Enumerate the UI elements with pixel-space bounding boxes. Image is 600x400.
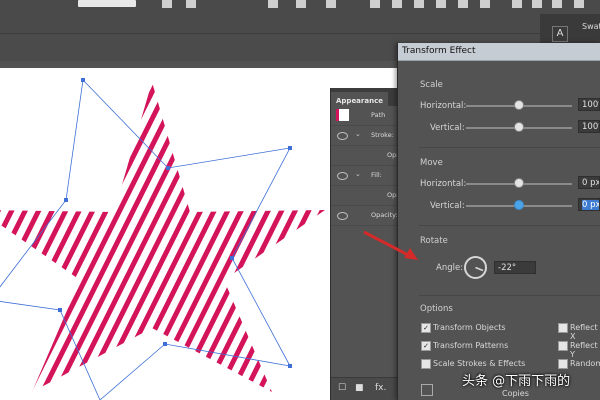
row-label: Opacity: bbox=[371, 211, 398, 219]
appearance-row-opacity[interactable]: Opacity: bbox=[331, 206, 399, 226]
random-label: Random bbox=[570, 359, 600, 368]
watermark: 头条 @下雨下雨的 bbox=[462, 374, 571, 389]
align-icon[interactable] bbox=[552, 0, 562, 8]
slider-knob[interactable] bbox=[514, 122, 524, 132]
add-fill-icon[interactable]: ■ bbox=[355, 383, 364, 393]
angle-input[interactable]: -22° bbox=[494, 261, 536, 274]
rotate-section-title: Rotate bbox=[420, 236, 448, 246]
control-field[interactable] bbox=[78, 0, 136, 7]
align-icon[interactable] bbox=[436, 0, 446, 8]
angle-dial[interactable] bbox=[464, 256, 487, 279]
reflect-x-checkbox[interactable] bbox=[558, 323, 568, 333]
visibility-eye-icon[interactable] bbox=[337, 172, 348, 180]
align-icon[interactable] bbox=[162, 0, 172, 8]
reflect-y-checkbox[interactable] bbox=[558, 341, 568, 351]
reflect-y-label: Reflect Y bbox=[570, 341, 598, 359]
scale-horizontal-input[interactable]: 100% bbox=[578, 98, 600, 111]
anchor-point bbox=[288, 364, 292, 368]
scale-section-title: Scale bbox=[420, 80, 443, 90]
appearance-row-path[interactable]: Path bbox=[331, 106, 399, 126]
align-icon[interactable] bbox=[458, 0, 468, 8]
align-icon[interactable] bbox=[296, 0, 306, 8]
chevron-down-icon[interactable]: ⌄ bbox=[355, 130, 361, 138]
section-divider bbox=[419, 225, 600, 226]
align-icon[interactable] bbox=[370, 0, 380, 8]
transform-patterns-checkbox[interactable]: ✓ bbox=[421, 341, 431, 351]
scale-strokes-checkbox[interactable] bbox=[421, 359, 431, 369]
scale-strokes-label: Scale Strokes & Effects bbox=[433, 359, 526, 368]
character-icon[interactable]: A bbox=[552, 26, 568, 42]
move-section-title: Move bbox=[420, 158, 443, 168]
transform-objects-label: Transform Objects bbox=[433, 323, 506, 332]
move-horizontal-label: Horizontal: bbox=[420, 179, 467, 189]
align-icon[interactable] bbox=[392, 0, 402, 8]
scale-vertical-input[interactable]: 100% bbox=[578, 120, 600, 133]
anchor-point bbox=[58, 308, 62, 312]
appearance-row-fill[interactable]: ⌄ Fill: bbox=[331, 166, 399, 186]
path-thumbnail bbox=[336, 109, 349, 121]
reflect-x-label: Reflect X bbox=[570, 323, 598, 341]
anchor-point bbox=[64, 198, 68, 202]
selected-value: 0 px bbox=[582, 200, 600, 210]
control-bar bbox=[0, 0, 600, 33]
reference-point-icon[interactable] bbox=[421, 384, 433, 396]
anchor-point bbox=[163, 342, 167, 346]
options-section-title: Options bbox=[420, 304, 453, 314]
slider-knob[interactable] bbox=[514, 178, 524, 188]
row-label: Fill: bbox=[371, 171, 382, 179]
pattern-stripe bbox=[0, 82, 90, 392]
align-icon[interactable] bbox=[532, 0, 542, 8]
row-label: Path bbox=[371, 111, 386, 119]
section-divider bbox=[419, 295, 600, 296]
anchor-point bbox=[81, 78, 85, 82]
random-checkbox[interactable] bbox=[558, 359, 568, 369]
transform-objects-checkbox[interactable]: ✓ bbox=[421, 323, 431, 333]
fx-button[interactable]: fx. bbox=[375, 383, 386, 393]
move-horizontal-input[interactable]: 0 px bbox=[578, 176, 600, 189]
scale-vertical-label: Vertical: bbox=[430, 123, 465, 133]
scale-horizontal-label: Horizontal: bbox=[420, 101, 467, 111]
slider-knob[interactable] bbox=[514, 100, 524, 110]
add-stroke-icon[interactable]: ☐ bbox=[338, 383, 346, 393]
appearance-row-stroke-opacity[interactable]: Opac bbox=[331, 146, 404, 166]
annotation-arrow-icon bbox=[363, 230, 418, 260]
align-icon[interactable] bbox=[480, 0, 490, 8]
appearance-row-fill-opacity[interactable]: Opac bbox=[331, 186, 404, 206]
visibility-eye-icon[interactable] bbox=[337, 132, 348, 140]
dial-needle-icon bbox=[475, 266, 484, 272]
align-icon[interactable] bbox=[186, 0, 196, 8]
dialog-title: Transform Effect bbox=[398, 43, 600, 61]
anchor-point bbox=[288, 146, 292, 150]
align-icon[interactable] bbox=[574, 0, 584, 8]
anchor-point bbox=[230, 256, 234, 260]
slider-knob[interactable] bbox=[514, 200, 524, 210]
angle-label: Angle: bbox=[436, 263, 464, 273]
align-icon[interactable] bbox=[414, 0, 424, 8]
align-icon[interactable] bbox=[512, 0, 522, 8]
move-vertical-input[interactable]: 0 px bbox=[578, 198, 600, 211]
globe-icon[interactable] bbox=[268, 0, 278, 8]
visibility-eye-icon[interactable] bbox=[337, 212, 348, 220]
tab-swatches[interactable]: Swat bbox=[582, 22, 600, 31]
anchor-point bbox=[166, 166, 170, 170]
copies-label: Copies bbox=[502, 389, 529, 398]
section-divider bbox=[419, 147, 600, 148]
transform-patterns-label: Transform Patterns bbox=[433, 341, 509, 350]
row-label: Stroke: bbox=[371, 131, 394, 139]
appearance-footer: ☐ ■ fx. bbox=[331, 377, 399, 400]
align-icon[interactable] bbox=[326, 0, 336, 8]
move-vertical-label: Vertical: bbox=[430, 201, 465, 211]
appearance-row-stroke[interactable]: ⌄ Stroke: bbox=[331, 126, 399, 146]
chevron-down-icon[interactable]: ⌄ bbox=[355, 170, 361, 178]
